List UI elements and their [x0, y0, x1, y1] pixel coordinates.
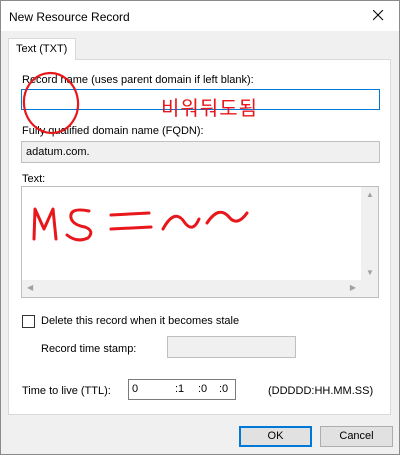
timestamp-label: Record time stamp: [41, 343, 137, 355]
fqdn-label: Fully qualified domain name (FQDN): [22, 125, 204, 137]
ttl-days[interactable]: 0 [132, 383, 138, 395]
scroll-left-icon[interactable]: ◀ [27, 284, 33, 292]
delete-stale-checkbox[interactable] [22, 315, 35, 328]
fqdn-value: adatum.com. [26, 146, 90, 158]
record-name-label: Record name (uses parent domain if left … [22, 74, 254, 86]
timestamp-field [167, 336, 296, 358]
ttl-label: Time to live (TTL): [22, 385, 111, 397]
tab-label: Text (TXT) [16, 43, 68, 55]
ttl-minutes[interactable]: :0 [198, 383, 207, 395]
horizontal-scrollbar[interactable]: ◀ ▶ [22, 280, 361, 297]
ttl-seconds[interactable]: :0 [219, 383, 228, 395]
vertical-scrollbar[interactable]: ▲ ▼ [361, 187, 378, 281]
title-bar: New Resource Record [1, 1, 399, 31]
annotation-note: 비워둬도됨 [161, 98, 258, 120]
text-input[interactable]: ▲ ▼ ◀ ▶ [21, 186, 379, 298]
ttl-hours[interactable]: :1 [175, 383, 184, 395]
ttl-input[interactable]: 0 :1 :0 :0 [128, 379, 236, 400]
fqdn-field: adatum.com. [21, 141, 380, 163]
cancel-button[interactable]: Cancel [320, 426, 393, 447]
text-label: Text: [22, 173, 46, 185]
window-title: New Resource Record [9, 10, 130, 24]
close-icon [373, 10, 384, 21]
ttl-format-hint: (DDDDD:HH.MM.SS) [268, 385, 374, 397]
scroll-down-icon[interactable]: ▼ [366, 269, 374, 277]
scroll-right-icon[interactable]: ▶ [350, 284, 356, 292]
close-button[interactable] [359, 1, 399, 31]
new-resource-record-dialog: New Resource Record Text (TXT) Record na… [0, 0, 400, 455]
scroll-corner [361, 280, 378, 297]
scroll-up-icon[interactable]: ▲ [366, 191, 374, 199]
delete-stale-label: Delete this record when it becomes stale [41, 315, 240, 327]
ok-button[interactable]: OK [239, 426, 312, 447]
tab-text-txt[interactable]: Text (TXT) [8, 38, 76, 60]
